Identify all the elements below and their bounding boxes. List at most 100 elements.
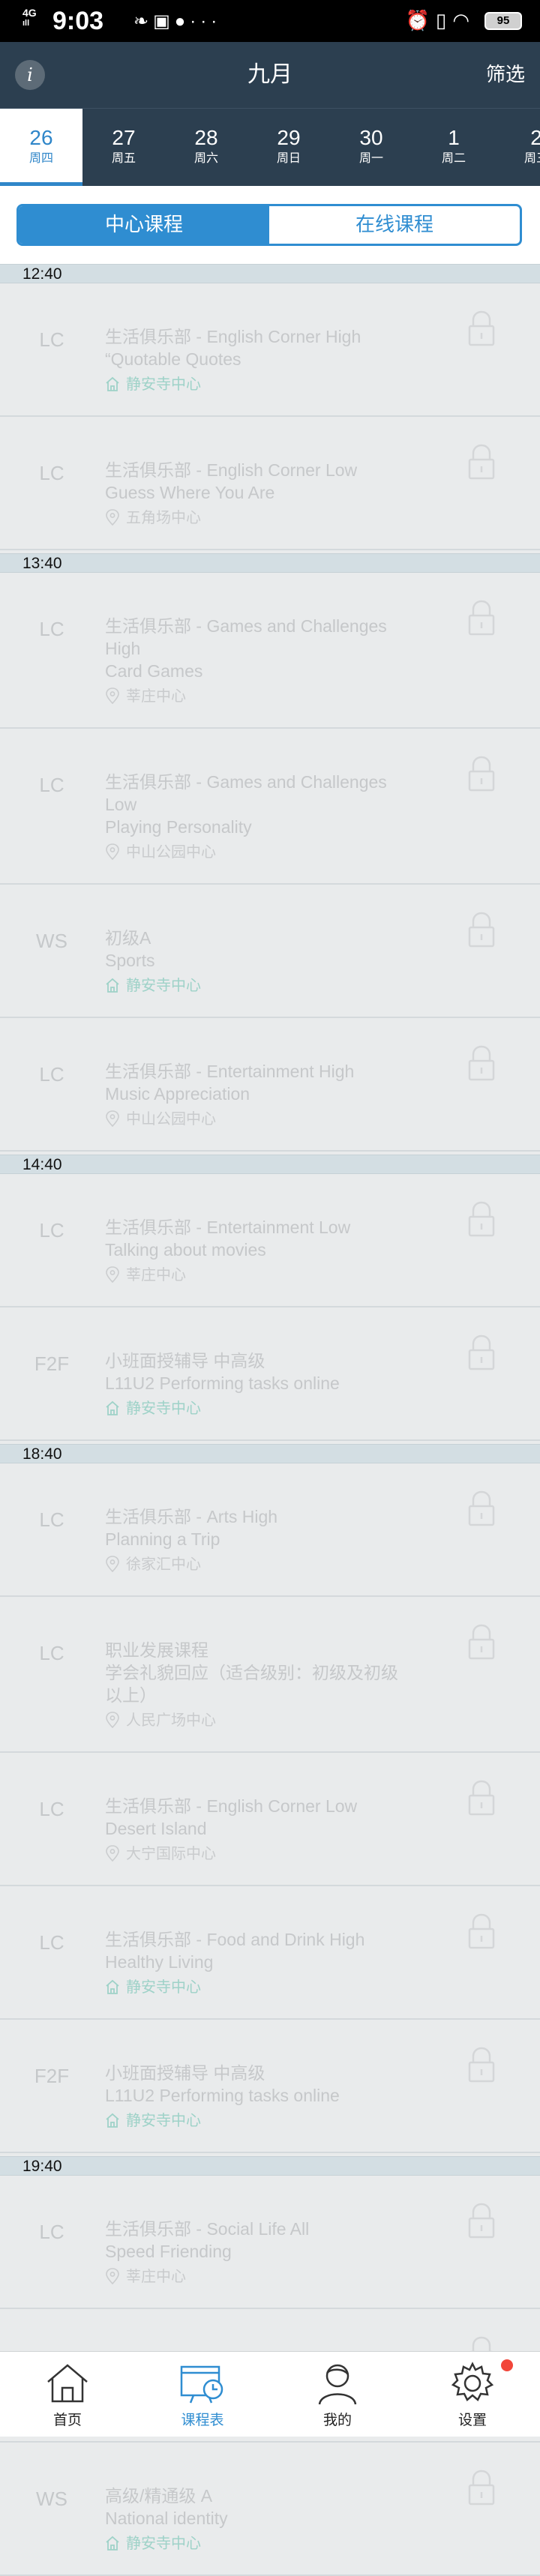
- nav-schedule[interactable]: 课程表: [135, 2352, 270, 2437]
- course-title-cont: Low: [105, 795, 137, 814]
- location-pin-icon: [106, 1556, 119, 1572]
- date-number: 28: [194, 126, 218, 149]
- tab-center-courses[interactable]: 中心课程: [19, 206, 269, 244]
- course-location: 静安寺中心: [105, 373, 412, 394]
- home-center-icon: [106, 1979, 119, 1994]
- location-name: 静安寺中心: [126, 2111, 201, 2129]
- course-card[interactable]: LC 生活俱乐部 - English Corner Low Guess Where …: [0, 417, 540, 550]
- home-center-icon: [106, 376, 119, 391]
- profile-icon: [318, 2364, 357, 2405]
- nav-schedule-label: 课程表: [181, 2412, 224, 2428]
- date-item[interactable]: 26 周四: [0, 109, 82, 186]
- screenshot-icon: ▣: [153, 11, 175, 31]
- course-location: 静安寺中心: [105, 975, 412, 996]
- course-type-code: LC: [39, 1642, 64, 1664]
- course-card[interactable]: LC 生活俱乐部 - Social Life All Speed Friending…: [0, 2176, 540, 2309]
- course-topic: Planning a Trip: [105, 1529, 220, 1549]
- date-weekday: 周三: [524, 151, 540, 165]
- date-item[interactable]: 27 周五: [82, 109, 165, 186]
- filter-button[interactable]: 筛选: [486, 61, 525, 88]
- date-item[interactable]: 29 周日: [248, 109, 330, 186]
- course-type-code: LC: [39, 1798, 64, 1820]
- course-location: 静安寺中心: [105, 1976, 412, 1997]
- nav-settings[interactable]: 设置: [405, 2352, 540, 2437]
- time-slot-header: 12:40: [0, 264, 540, 283]
- location-name: 静安寺中心: [126, 2534, 201, 2552]
- date-item[interactable]: 30 周一: [330, 109, 412, 186]
- date-number: 26: [29, 126, 53, 149]
- course-list: 12:40 LC 生活俱乐部 - English Corner High “Quota…: [0, 264, 540, 2576]
- course-location: 莘庄中心: [105, 2266, 412, 2287]
- course-card[interactable]: LC 生活俱乐部 - Food and Drink High Healthy Liv…: [0, 1886, 540, 2020]
- time-slot-header: 13:40: [0, 553, 540, 573]
- app-header: i 九月 筛选: [0, 42, 540, 108]
- home-center-icon: [106, 1400, 119, 1415]
- course-title: 生活俱乐部 - Entertainment High: [105, 1062, 355, 1081]
- nav-settings-label: 设置: [458, 2412, 487, 2428]
- course-title: 初级A: [105, 928, 152, 948]
- course-card[interactable]: LC 生活俱乐部 - Games and Challenges Low Playing…: [0, 729, 540, 885]
- course-title: 生活俱乐部 - English Corner Low: [105, 460, 358, 480]
- schedule-icon: [180, 2365, 224, 2404]
- date-number: 30: [359, 126, 383, 149]
- course-card[interactable]: LC 生活俱乐部 - English Corner High “Quotable Q…: [0, 283, 540, 417]
- date-number: 27: [112, 126, 136, 149]
- course-card[interactable]: WS 高级/精通级 A National identity 静安寺中心: [0, 2443, 540, 2576]
- date-number: 29: [277, 126, 301, 149]
- nav-home-label: 首页: [52, 2412, 82, 2428]
- date-item[interactable]: 28 周六: [165, 109, 248, 186]
- time-slot-header: 14:40: [0, 1155, 540, 1174]
- home-icon: [47, 2364, 88, 2403]
- course-card[interactable]: LC 职业发展课程 学会礼貌回应（适合级别：初级及初级 以上） 人民广场中心: [0, 1597, 540, 1753]
- location-pin-icon: [106, 1712, 119, 1728]
- nav-profile[interactable]: 我的: [270, 2352, 405, 2437]
- location-pin-icon: [106, 1110, 119, 1127]
- leaf-icon: ❧: [134, 11, 154, 31]
- location-pin-icon: [106, 843, 119, 860]
- location-name: 静安寺中心: [126, 375, 201, 393]
- course-topic-cont: 以上）: [105, 1685, 157, 1705]
- course-location: 静安寺中心: [105, 2110, 412, 2131]
- course-location: 五角场中心: [105, 507, 412, 528]
- status-bar: 4G ıll 9:03 ❧▣●··· ⏰▯◠ 95: [0, 0, 540, 42]
- nav-home[interactable]: 首页: [0, 2352, 135, 2437]
- home-center-icon: [106, 978, 119, 993]
- course-card[interactable]: LC 生活俱乐部 - Arts High Planning a Trip 徐家汇中心: [0, 1463, 540, 1597]
- course-topic: Talking about movies: [105, 1240, 266, 1260]
- location-name: 静安寺中心: [126, 1978, 201, 1996]
- course-card[interactable]: LC 生活俱乐部 - Entertainment Low Talking about…: [0, 1174, 540, 1307]
- tab-online-courses[interactable]: 在线课程: [269, 206, 520, 244]
- course-card[interactable]: WS 初级A Sports 静安寺中心: [0, 885, 540, 1018]
- course-title: 生活俱乐部 - Food and Drink High: [105, 1930, 365, 1949]
- date-number: 1: [448, 126, 460, 149]
- lock-icon: [468, 1045, 495, 1081]
- date-item[interactable]: 2周三: [495, 109, 540, 186]
- course-topic: L11U2 Performing tasks online: [105, 1373, 340, 1393]
- status-time: 9:03: [52, 7, 104, 35]
- location-name: 中山公园中心: [126, 843, 216, 861]
- vibrate-icon: ▯: [436, 9, 453, 31]
- course-topic: Healthy Living: [105, 1952, 214, 1972]
- course-location: 莘庄中心: [105, 685, 412, 706]
- course-title: 生活俱乐部 - English Corner High: [105, 327, 362, 346]
- course-type-code: WS: [36, 2488, 68, 2510]
- network-indicator: 4G ıll: [22, 7, 37, 28]
- course-card[interactable]: LC 生活俱乐部 - English Corner Low Desert Islan…: [0, 1753, 540, 1886]
- course-card[interactable]: LC 生活俱乐部 - Games and Challenges High Card G…: [0, 573, 540, 729]
- lock-icon: [468, 1780, 495, 1816]
- date-item[interactable]: 1 周二: [412, 109, 495, 186]
- course-type-code: LC: [39, 1063, 64, 1086]
- course-card[interactable]: LC 生活俱乐部 - Entertainment High Music Apprec…: [0, 1018, 540, 1152]
- lock-icon: [468, 1913, 495, 1949]
- course-card[interactable]: F2F 小班面授辅导 中高级 L11U2 Performing tasks onli…: [0, 2020, 540, 2153]
- course-type-code: LC: [39, 774, 64, 796]
- location-name: 莘庄中心: [126, 1266, 186, 1284]
- lock-icon: [468, 1201, 495, 1237]
- course-title: 生活俱乐部 - English Corner Low: [105, 1796, 358, 1816]
- date-weekday: 周一: [358, 151, 383, 165]
- course-card[interactable]: F2F 小班面授辅导 中高级 L11U2 Performing tasks onli…: [0, 1307, 540, 1441]
- location-pin-icon: [106, 2268, 119, 2284]
- alarm-icon: ⏰: [405, 9, 436, 31]
- location-pin-icon: [106, 509, 119, 526]
- course-topic: Guess Where You Are: [105, 483, 275, 502]
